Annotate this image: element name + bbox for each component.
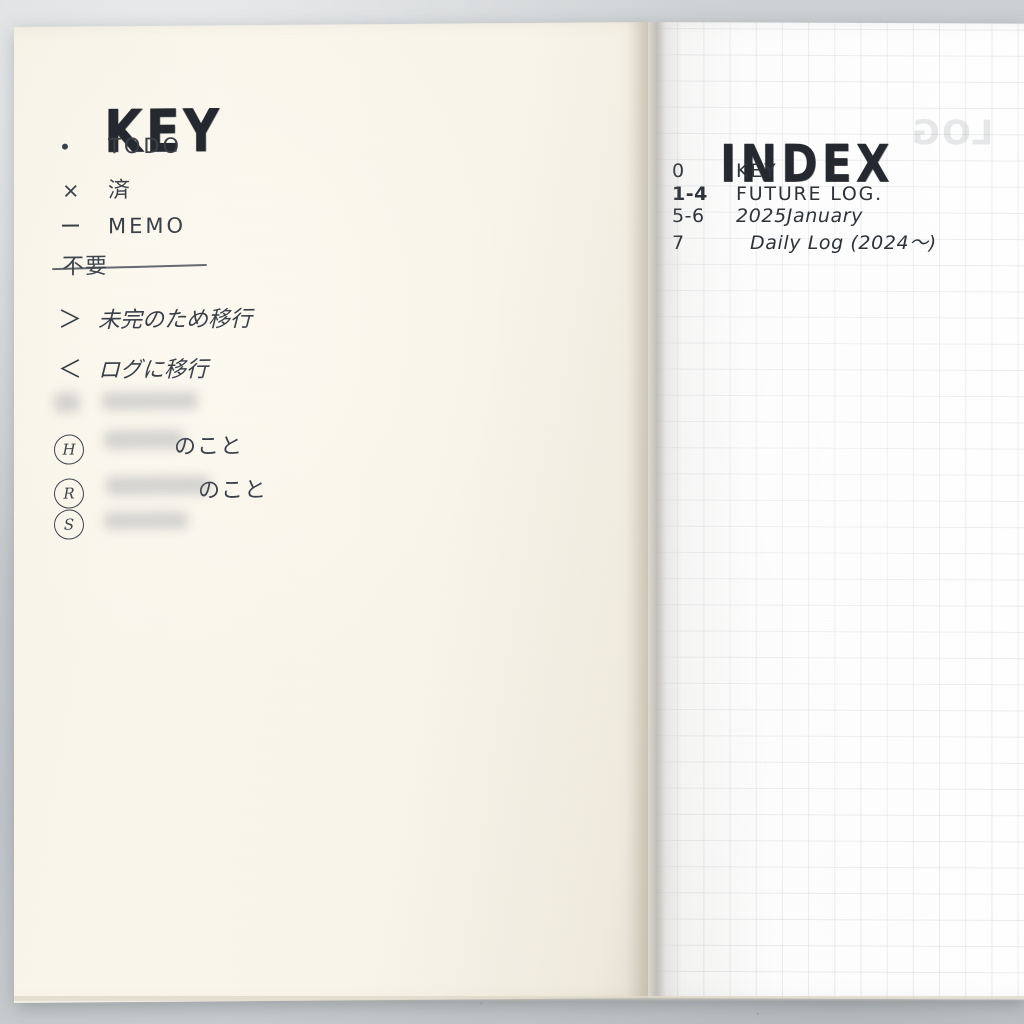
index-entry-list: 0 KEY 1-4 FUTURE LOG. 5-6 2025January 7 … <box>672 160 937 254</box>
redacted-text-r <box>106 475 210 496</box>
index-pages-1: 1-4 <box>672 182 708 205</box>
open-notebook: KEY TODO × 済 MEMO 不要 ＞ 未完のため移行 ＜ ログに移行 H… <box>14 22 1024 1003</box>
key-label-migrate-log: ログに移行 <box>98 357 209 384</box>
key-label-redacted-h-suffix: のこと <box>174 434 244 460</box>
key-label-done: 済 <box>108 178 132 204</box>
key-row-redacted-0 <box>14 22 648 413</box>
circled-letter-r-icon: R <box>54 478 84 509</box>
key-row-unneeded: 不要 <box>51 248 208 280</box>
left-page: KEY TODO × 済 MEMO 不要 ＞ 未完のため移行 ＜ ログに移行 H… <box>14 22 648 1003</box>
index-label-2: 2025January <box>736 205 863 227</box>
key-label-unneeded: 不要 <box>62 254 109 280</box>
redacted-text-h <box>104 429 184 450</box>
key-row-migrate-log: ＜ ログに移行 <box>58 348 208 384</box>
index-pages-3: 7 <box>672 231 685 254</box>
key-label-todo: TODO <box>108 133 183 159</box>
cross-icon: × <box>62 178 80 203</box>
bullet-dot-icon <box>62 134 108 158</box>
index-label-3: Daily Log (2024～) <box>750 231 937 254</box>
key-row-todo: TODO <box>62 134 182 159</box>
key-row-done: × 済 <box>62 172 131 205</box>
index-label-0: KEY <box>736 160 778 182</box>
redacted-text-0 <box>102 391 198 411</box>
index-row: 7 Daily Log (2024～) <box>672 228 937 254</box>
circled-letter-s-icon: S <box>54 509 84 540</box>
redacted-symbol-0 <box>54 392 80 413</box>
notebook-photo-scene: KEY TODO × 済 MEMO 不要 ＞ 未完のため移行 ＜ ログに移行 H… <box>0 0 1024 1024</box>
index-row: 5-6 2025January <box>672 205 937 228</box>
key-label-migrate-forward: 未完のため移行 <box>98 307 253 334</box>
key-legend-list: TODO × 済 MEMO 不要 ＞ 未完のため移行 ＜ ログに移行 H のこと… <box>14 22 648 1003</box>
dash-icon <box>62 214 108 238</box>
key-row-memo: MEMO <box>62 214 186 239</box>
index-label-1: FUTURE LOG. <box>736 182 884 205</box>
key-label-memo: MEMO <box>108 213 187 239</box>
redacted-text-s <box>104 511 188 530</box>
less-than-icon: ＜ <box>58 355 82 384</box>
index-pages-0: 0 <box>672 160 685 182</box>
page-bottom-edge <box>14 996 1024 1001</box>
index-row: 1-4 FUTURE LOG. <box>672 183 937 206</box>
greater-than-icon: ＞ <box>58 305 82 334</box>
key-row-redacted-s: S <box>54 509 84 540</box>
index-pages-2: 5-6 <box>672 205 705 227</box>
key-row-migrate-forward: ＞ 未完のため移行 <box>58 298 252 335</box>
index-row: 0 KEY <box>672 160 937 183</box>
circled-letter-h-icon: H <box>54 434 84 465</box>
